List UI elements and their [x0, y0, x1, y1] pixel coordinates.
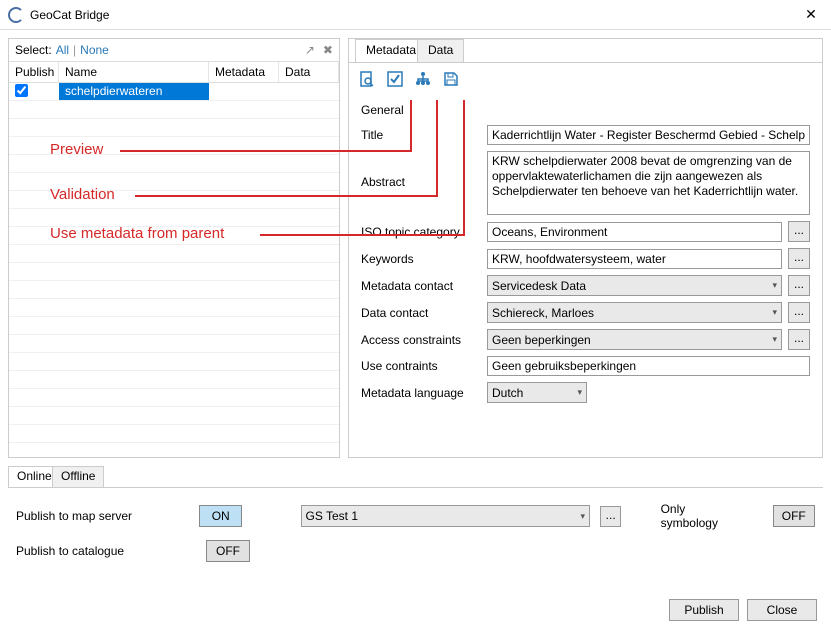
meta-contact-select[interactable]: Servicedesk Data▾: [487, 275, 782, 296]
bottom-tabs: Online Offline: [8, 466, 823, 490]
table-body: schelpdierwateren: [9, 83, 339, 457]
chevron-down-icon: ▾: [772, 334, 777, 345]
lang-select[interactable]: Dutch▾: [487, 382, 587, 403]
col-metadata-header[interactable]: Metadata: [209, 62, 279, 82]
row-name[interactable]: schelpdierwateren: [59, 83, 209, 100]
row-metadata: [209, 83, 279, 100]
dialog-footer: Publish Close: [669, 599, 817, 621]
col-publish-header[interactable]: Publish: [9, 62, 59, 82]
label-publish-catalogue: Publish to catalogue: [16, 544, 196, 558]
publish-catalogue-toggle[interactable]: OFF: [206, 540, 250, 562]
access-browse-button[interactable]: ...: [788, 329, 810, 350]
row-data: [279, 83, 339, 100]
parent-metadata-icon[interactable]: [415, 71, 431, 87]
metadata-form: General Title Kaderrichtlijn Water - Reg…: [349, 95, 822, 415]
validation-icon[interactable]: [387, 71, 403, 87]
title-field[interactable]: Kaderrichtlijn Water - Register Bescherm…: [487, 125, 810, 145]
window-title: GeoCat Bridge: [30, 8, 109, 22]
publish-settings: Publish to map server ON GS Test 1▾ ... …: [8, 490, 823, 584]
meta-contact-browse-button[interactable]: ...: [788, 275, 810, 296]
keywords-field[interactable]: KRW, hoofdwatersysteem, water: [487, 249, 782, 269]
abstract-field[interactable]: KRW schelpdierwater 2008 bevat de omgren…: [487, 151, 810, 215]
export-icon[interactable]: ↗: [305, 43, 315, 57]
label-keywords: Keywords: [361, 250, 481, 268]
preview-icon[interactable]: [359, 71, 375, 87]
app-logo-icon: [8, 7, 24, 23]
publish-checkbox[interactable]: [15, 84, 28, 97]
label-data-contact: Data contact: [361, 304, 481, 322]
panel-tabs: Metadata Data: [349, 39, 822, 63]
server-select[interactable]: GS Test 1▾: [301, 505, 591, 527]
save-icon[interactable]: [443, 71, 459, 87]
label-lang: Metadata language: [361, 384, 481, 402]
metadata-panel: Metadata Data General Title Kaderrichtli…: [348, 38, 823, 458]
select-toolbar: Select: All | None ↗ ✖: [9, 39, 339, 61]
iso-field[interactable]: Oceans, Environment: [487, 222, 782, 242]
use-field[interactable]: Geen gebruiksbeperkingen: [487, 356, 810, 376]
label-meta-contact: Metadata contact: [361, 277, 481, 295]
table-row[interactable]: schelpdierwateren: [9, 83, 339, 101]
publish-maps-toggle[interactable]: ON: [199, 505, 241, 527]
iso-browse-button[interactable]: ...: [788, 221, 810, 242]
close-button[interactable]: Close: [747, 599, 817, 621]
server-browse-button[interactable]: ...: [600, 506, 621, 527]
label-publish-maps: Publish to map server: [16, 509, 189, 523]
close-icon[interactable]: ✕: [799, 6, 823, 23]
separator: |: [73, 43, 76, 57]
select-all-link[interactable]: All: [56, 43, 69, 57]
data-contact-browse-button[interactable]: ...: [788, 302, 810, 323]
data-contact-select[interactable]: Schiereck, Marloes▾: [487, 302, 782, 323]
main-content: Select: All | None ↗ ✖ Publish Name Meta…: [0, 30, 831, 592]
access-select[interactable]: Geen beperkingen▾: [487, 329, 782, 350]
label-only-symbology: Only symbology: [661, 502, 743, 530]
chevron-down-icon: ▾: [577, 387, 582, 398]
delete-icon[interactable]: ✖: [323, 43, 333, 57]
metadata-toolbar: [349, 63, 822, 95]
tab-data[interactable]: Data: [417, 39, 464, 63]
chevron-down-icon: ▾: [772, 280, 777, 291]
layers-panel: Select: All | None ↗ ✖ Publish Name Meta…: [8, 38, 340, 458]
keywords-browse-button[interactable]: ...: [788, 248, 810, 269]
table-header: Publish Name Metadata Data: [9, 61, 339, 83]
select-label: Select:: [15, 43, 52, 57]
chevron-down-icon: ▾: [581, 511, 586, 522]
only-symbology-toggle[interactable]: OFF: [773, 505, 815, 527]
titlebar: GeoCat Bridge ✕: [0, 0, 831, 30]
label-access: Access constraints: [361, 331, 481, 349]
select-none-link[interactable]: None: [80, 43, 109, 57]
col-name-header[interactable]: Name: [59, 62, 209, 82]
publish-button[interactable]: Publish: [669, 599, 739, 621]
tab-offline[interactable]: Offline: [52, 466, 104, 488]
label-use: Use contraints: [361, 357, 481, 375]
col-data-header[interactable]: Data: [279, 62, 339, 82]
chevron-down-icon: ▾: [772, 307, 777, 318]
